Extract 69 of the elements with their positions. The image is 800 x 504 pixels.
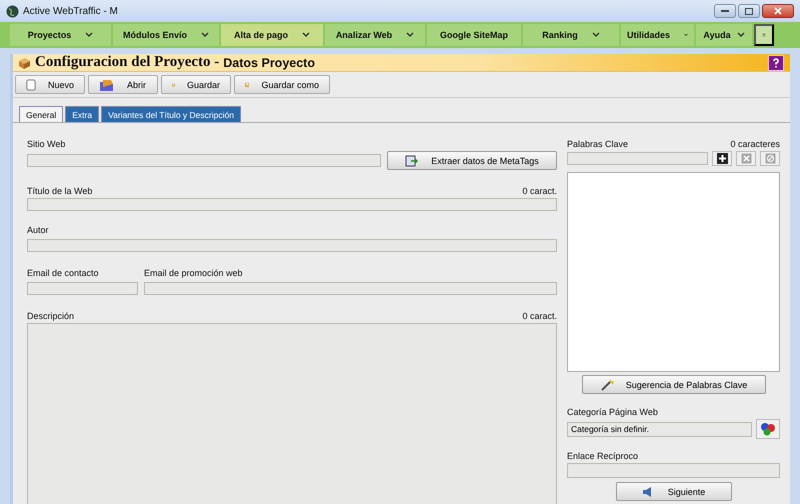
menu-item[interactable]: Módulos Envío (113, 24, 219, 46)
toolbar-button[interactable]: Guardar (161, 75, 231, 94)
keyword-suggestion-button[interactable]: Sugerencia de Palabras Clave (582, 375, 766, 394)
header-title: Configuracion del Proyecto - (35, 54, 220, 71)
field-label: Autor (27, 225, 49, 235)
field-label: Título de la Web (27, 186, 92, 196)
field-label: Palabras Clave (567, 139, 628, 149)
menu-item[interactable]: Alta de pago (221, 24, 323, 46)
field-label: Sitio Web (27, 139, 66, 149)
menu-item[interactable]: Analizar Web (325, 24, 425, 46)
close-button[interactable] (762, 4, 794, 18)
input-field[interactable] (567, 152, 708, 165)
chevron-down-icon (736, 32, 745, 38)
input-field[interactable] (567, 463, 780, 478)
menu-item[interactable]: Ranking (523, 24, 619, 46)
next-button[interactable]: Siguiente (616, 482, 732, 501)
input-field[interactable]: Categoría sin definir. (567, 422, 752, 436)
menu-item[interactable]: Proyectos (10, 24, 111, 46)
add-button[interactable] (712, 151, 732, 166)
chevron-down-icon (302, 32, 310, 38)
toolbar-button[interactable]: Guardar como (234, 75, 330, 94)
x-icon (740, 153, 752, 164)
input-field[interactable] (27, 282, 138, 295)
input-field[interactable] (27, 239, 557, 252)
chevron-down-icon (684, 32, 688, 38)
input-field[interactable] (144, 282, 557, 295)
chevron-down-icon (85, 32, 94, 38)
menu-item[interactable]: Google SiteMap (427, 24, 521, 46)
chevron-down-icon (406, 32, 414, 38)
category-button[interactable] (756, 419, 780, 439)
field-label: Descripción (27, 311, 74, 321)
folder-icon (99, 78, 115, 92)
field-label: Email de promoción web (144, 268, 243, 278)
input-field[interactable] (27, 198, 557, 211)
maximize-button[interactable] (738, 4, 760, 18)
character-count: 0 caracteres (730, 139, 780, 149)
tab[interactable]: General (19, 106, 64, 122)
maximize-icon (745, 8, 753, 14)
minimize-icon (721, 10, 729, 12)
chevron-down-icon (201, 32, 209, 38)
character-count: 0 caract. (522, 311, 557, 321)
document-icon (26, 78, 36, 92)
chevron-down-icon (592, 32, 600, 38)
toolbar-button[interactable]: Nuevo (15, 75, 85, 94)
plus-icon (716, 153, 728, 164)
field-label: Email de contacto (27, 268, 99, 278)
toolbar-button[interactable]: Abrir (88, 75, 158, 94)
menu-item[interactable]: Utilidades (621, 24, 694, 46)
extract-metatags-button[interactable]: Extraer datos de MetaTags (387, 151, 557, 170)
minimize-button[interactable] (714, 4, 736, 18)
close-icon (774, 7, 782, 15)
globe-icon (6, 4, 19, 18)
menu-item[interactable]: Ayuda (696, 24, 752, 46)
slashed-circle-icon (764, 153, 776, 164)
import-icon (405, 154, 420, 166)
character-count: 0 caract. (522, 186, 557, 196)
input-field[interactable] (27, 154, 381, 167)
field-label: Categoría Página Web (567, 407, 658, 417)
box-icon (17, 56, 31, 70)
tools-button[interactable] (754, 24, 774, 46)
colored-balls-icon (760, 422, 776, 436)
help-icon[interactable] (768, 54, 784, 70)
magic-wand-icon (600, 378, 614, 390)
field-label: Enlace Recíproco (567, 451, 638, 461)
tab[interactable]: Extra (65, 106, 100, 122)
header-subtitle: Datos Proyecto (223, 56, 316, 70)
clear-button[interactable] (760, 151, 780, 166)
window-title: Active WebTraffic - M (23, 6, 119, 16)
tab[interactable]: Variantes del Título y Descripción (101, 106, 241, 122)
